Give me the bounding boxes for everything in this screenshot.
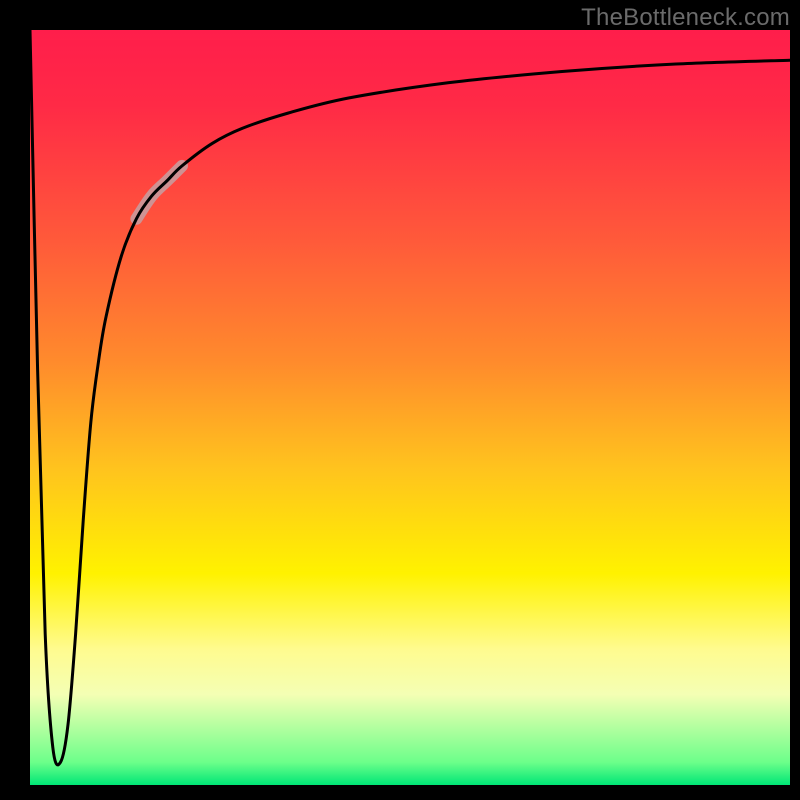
plot-area [30,30,790,785]
watermark-text: TheBottleneck.com [581,4,790,32]
bottleneck-curve [30,30,790,765]
curve-layer [30,30,790,785]
chart-frame: TheBottleneck.com [0,0,800,800]
